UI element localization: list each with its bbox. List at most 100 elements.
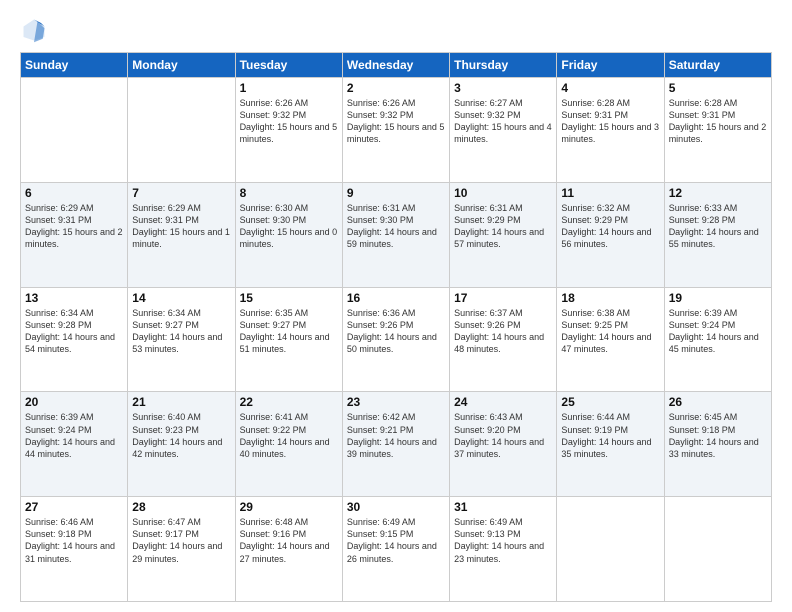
day-info: Sunrise: 6:32 AM Sunset: 9:29 PM Dayligh…	[561, 202, 659, 251]
day-info: Sunrise: 6:46 AM Sunset: 9:18 PM Dayligh…	[25, 516, 123, 565]
day-number: 25	[561, 395, 659, 409]
calendar-week-4: 20 Sunrise: 6:39 AM Sunset: 9:24 PM Dayli…	[21, 392, 772, 497]
calendar-header-monday: Monday	[128, 53, 235, 78]
day-number: 4	[561, 81, 659, 95]
day-number: 1	[240, 81, 338, 95]
calendar-header-tuesday: Tuesday	[235, 53, 342, 78]
calendar-cell-5-7	[664, 497, 771, 602]
day-number: 5	[669, 81, 767, 95]
calendar-cell-1-5: 3 Sunrise: 6:27 AM Sunset: 9:32 PM Daylig…	[450, 78, 557, 183]
day-info: Sunrise: 6:38 AM Sunset: 9:25 PM Dayligh…	[561, 307, 659, 356]
calendar-cell-2-5: 10 Sunrise: 6:31 AM Sunset: 9:29 PM Dayli…	[450, 182, 557, 287]
day-info: Sunrise: 6:30 AM Sunset: 9:30 PM Dayligh…	[240, 202, 338, 251]
day-number: 12	[669, 186, 767, 200]
day-number: 9	[347, 186, 445, 200]
day-number: 7	[132, 186, 230, 200]
calendar-cell-1-4: 2 Sunrise: 6:26 AM Sunset: 9:32 PM Daylig…	[342, 78, 449, 183]
calendar-header-row: SundayMondayTuesdayWednesdayThursdayFrid…	[21, 53, 772, 78]
day-number: 31	[454, 500, 552, 514]
day-info: Sunrise: 6:35 AM Sunset: 9:27 PM Dayligh…	[240, 307, 338, 356]
calendar-header-wednesday: Wednesday	[342, 53, 449, 78]
day-info: Sunrise: 6:39 AM Sunset: 9:24 PM Dayligh…	[25, 411, 123, 460]
calendar-cell-1-1	[21, 78, 128, 183]
calendar-table: SundayMondayTuesdayWednesdayThursdayFrid…	[20, 52, 772, 602]
calendar-header-thursday: Thursday	[450, 53, 557, 78]
day-info: Sunrise: 6:27 AM Sunset: 9:32 PM Dayligh…	[454, 97, 552, 146]
day-info: Sunrise: 6:28 AM Sunset: 9:31 PM Dayligh…	[669, 97, 767, 146]
calendar-cell-4-5: 24 Sunrise: 6:43 AM Sunset: 9:20 PM Dayli…	[450, 392, 557, 497]
day-info: Sunrise: 6:47 AM Sunset: 9:17 PM Dayligh…	[132, 516, 230, 565]
day-info: Sunrise: 6:49 AM Sunset: 9:13 PM Dayligh…	[454, 516, 552, 565]
day-info: Sunrise: 6:29 AM Sunset: 9:31 PM Dayligh…	[25, 202, 123, 251]
calendar-cell-2-4: 9Sunrise: 6:31 AM Sunset: 9:30 PM Daylig…	[342, 182, 449, 287]
page: SundayMondayTuesdayWednesdayThursdayFrid…	[0, 0, 792, 612]
calendar-cell-4-6: 25 Sunrise: 6:44 AM Sunset: 9:19 PM Dayli…	[557, 392, 664, 497]
day-number: 20	[25, 395, 123, 409]
calendar-cell-1-6: 4 Sunrise: 6:28 AM Sunset: 9:31 PM Daylig…	[557, 78, 664, 183]
calendar-cell-4-2: 21 Sunrise: 6:40 AM Sunset: 9:23 PM Dayli…	[128, 392, 235, 497]
day-info: Sunrise: 6:26 AM Sunset: 9:32 PM Dayligh…	[347, 97, 445, 146]
calendar-cell-5-6	[557, 497, 664, 602]
day-number: 24	[454, 395, 552, 409]
header	[20, 16, 772, 44]
calendar-cell-3-4: 16Sunrise: 6:36 AM Sunset: 9:26 PM Dayli…	[342, 287, 449, 392]
day-number: 28	[132, 500, 230, 514]
calendar-week-2: 6 Sunrise: 6:29 AM Sunset: 9:31 PM Daylig…	[21, 182, 772, 287]
calendar-cell-3-7: 19Sunrise: 6:39 AM Sunset: 9:24 PM Dayli…	[664, 287, 771, 392]
day-number: 3	[454, 81, 552, 95]
day-info: Sunrise: 6:41 AM Sunset: 9:22 PM Dayligh…	[240, 411, 338, 460]
day-info: Sunrise: 6:33 AM Sunset: 9:28 PM Dayligh…	[669, 202, 767, 251]
day-info: Sunrise: 6:29 AM Sunset: 9:31 PM Dayligh…	[132, 202, 230, 251]
calendar-cell-4-4: 23 Sunrise: 6:42 AM Sunset: 9:21 PM Dayli…	[342, 392, 449, 497]
calendar-cell-3-2: 14 Sunrise: 6:34 AM Sunset: 9:27 PM Dayli…	[128, 287, 235, 392]
day-info: Sunrise: 6:40 AM Sunset: 9:23 PM Dayligh…	[132, 411, 230, 460]
calendar-cell-3-3: 15 Sunrise: 6:35 AM Sunset: 9:27 PM Dayli…	[235, 287, 342, 392]
day-number: 14	[132, 291, 230, 305]
day-info: Sunrise: 6:48 AM Sunset: 9:16 PM Dayligh…	[240, 516, 338, 565]
calendar-cell-2-1: 6 Sunrise: 6:29 AM Sunset: 9:31 PM Daylig…	[21, 182, 128, 287]
day-number: 11	[561, 186, 659, 200]
calendar-week-5: 27Sunrise: 6:46 AM Sunset: 9:18 PM Dayli…	[21, 497, 772, 602]
calendar-cell-5-2: 28 Sunrise: 6:47 AM Sunset: 9:17 PM Dayli…	[128, 497, 235, 602]
calendar-cell-1-2	[128, 78, 235, 183]
calendar-cell-1-3: 1 Sunrise: 6:26 AM Sunset: 9:32 PM Daylig…	[235, 78, 342, 183]
day-number: 18	[561, 291, 659, 305]
calendar-cell-4-7: 26Sunrise: 6:45 AM Sunset: 9:18 PM Dayli…	[664, 392, 771, 497]
calendar-cell-4-3: 22 Sunrise: 6:41 AM Sunset: 9:22 PM Dayli…	[235, 392, 342, 497]
day-number: 21	[132, 395, 230, 409]
day-number: 15	[240, 291, 338, 305]
day-number: 2	[347, 81, 445, 95]
calendar-cell-5-3: 29 Sunrise: 6:48 AM Sunset: 9:16 PM Dayli…	[235, 497, 342, 602]
day-number: 8	[240, 186, 338, 200]
calendar-cell-3-1: 13Sunrise: 6:34 AM Sunset: 9:28 PM Dayli…	[21, 287, 128, 392]
day-number: 19	[669, 291, 767, 305]
calendar-cell-2-7: 12 Sunrise: 6:33 AM Sunset: 9:28 PM Dayli…	[664, 182, 771, 287]
day-number: 17	[454, 291, 552, 305]
day-info: Sunrise: 6:49 AM Sunset: 9:15 PM Dayligh…	[347, 516, 445, 565]
day-number: 13	[25, 291, 123, 305]
logo	[20, 16, 52, 44]
day-info: Sunrise: 6:44 AM Sunset: 9:19 PM Dayligh…	[561, 411, 659, 460]
day-number: 29	[240, 500, 338, 514]
day-info: Sunrise: 6:28 AM Sunset: 9:31 PM Dayligh…	[561, 97, 659, 146]
calendar-header-saturday: Saturday	[664, 53, 771, 78]
calendar-cell-5-4: 30 Sunrise: 6:49 AM Sunset: 9:15 PM Dayli…	[342, 497, 449, 602]
calendar-cell-1-7: 5 Sunrise: 6:28 AM Sunset: 9:31 PM Daylig…	[664, 78, 771, 183]
day-number: 10	[454, 186, 552, 200]
day-number: 22	[240, 395, 338, 409]
day-info: Sunrise: 6:43 AM Sunset: 9:20 PM Dayligh…	[454, 411, 552, 460]
day-info: Sunrise: 6:31 AM Sunset: 9:29 PM Dayligh…	[454, 202, 552, 251]
day-number: 23	[347, 395, 445, 409]
day-info: Sunrise: 6:45 AM Sunset: 9:18 PM Dayligh…	[669, 411, 767, 460]
day-number: 16	[347, 291, 445, 305]
day-info: Sunrise: 6:37 AM Sunset: 9:26 PM Dayligh…	[454, 307, 552, 356]
calendar-header-friday: Friday	[557, 53, 664, 78]
day-info: Sunrise: 6:42 AM Sunset: 9:21 PM Dayligh…	[347, 411, 445, 460]
calendar-cell-2-2: 7 Sunrise: 6:29 AM Sunset: 9:31 PM Daylig…	[128, 182, 235, 287]
day-info: Sunrise: 6:34 AM Sunset: 9:27 PM Dayligh…	[132, 307, 230, 356]
day-number: 6	[25, 186, 123, 200]
calendar-week-1: 1 Sunrise: 6:26 AM Sunset: 9:32 PM Daylig…	[21, 78, 772, 183]
day-info: Sunrise: 6:26 AM Sunset: 9:32 PM Dayligh…	[240, 97, 338, 146]
calendar-week-3: 13Sunrise: 6:34 AM Sunset: 9:28 PM Dayli…	[21, 287, 772, 392]
day-number: 30	[347, 500, 445, 514]
